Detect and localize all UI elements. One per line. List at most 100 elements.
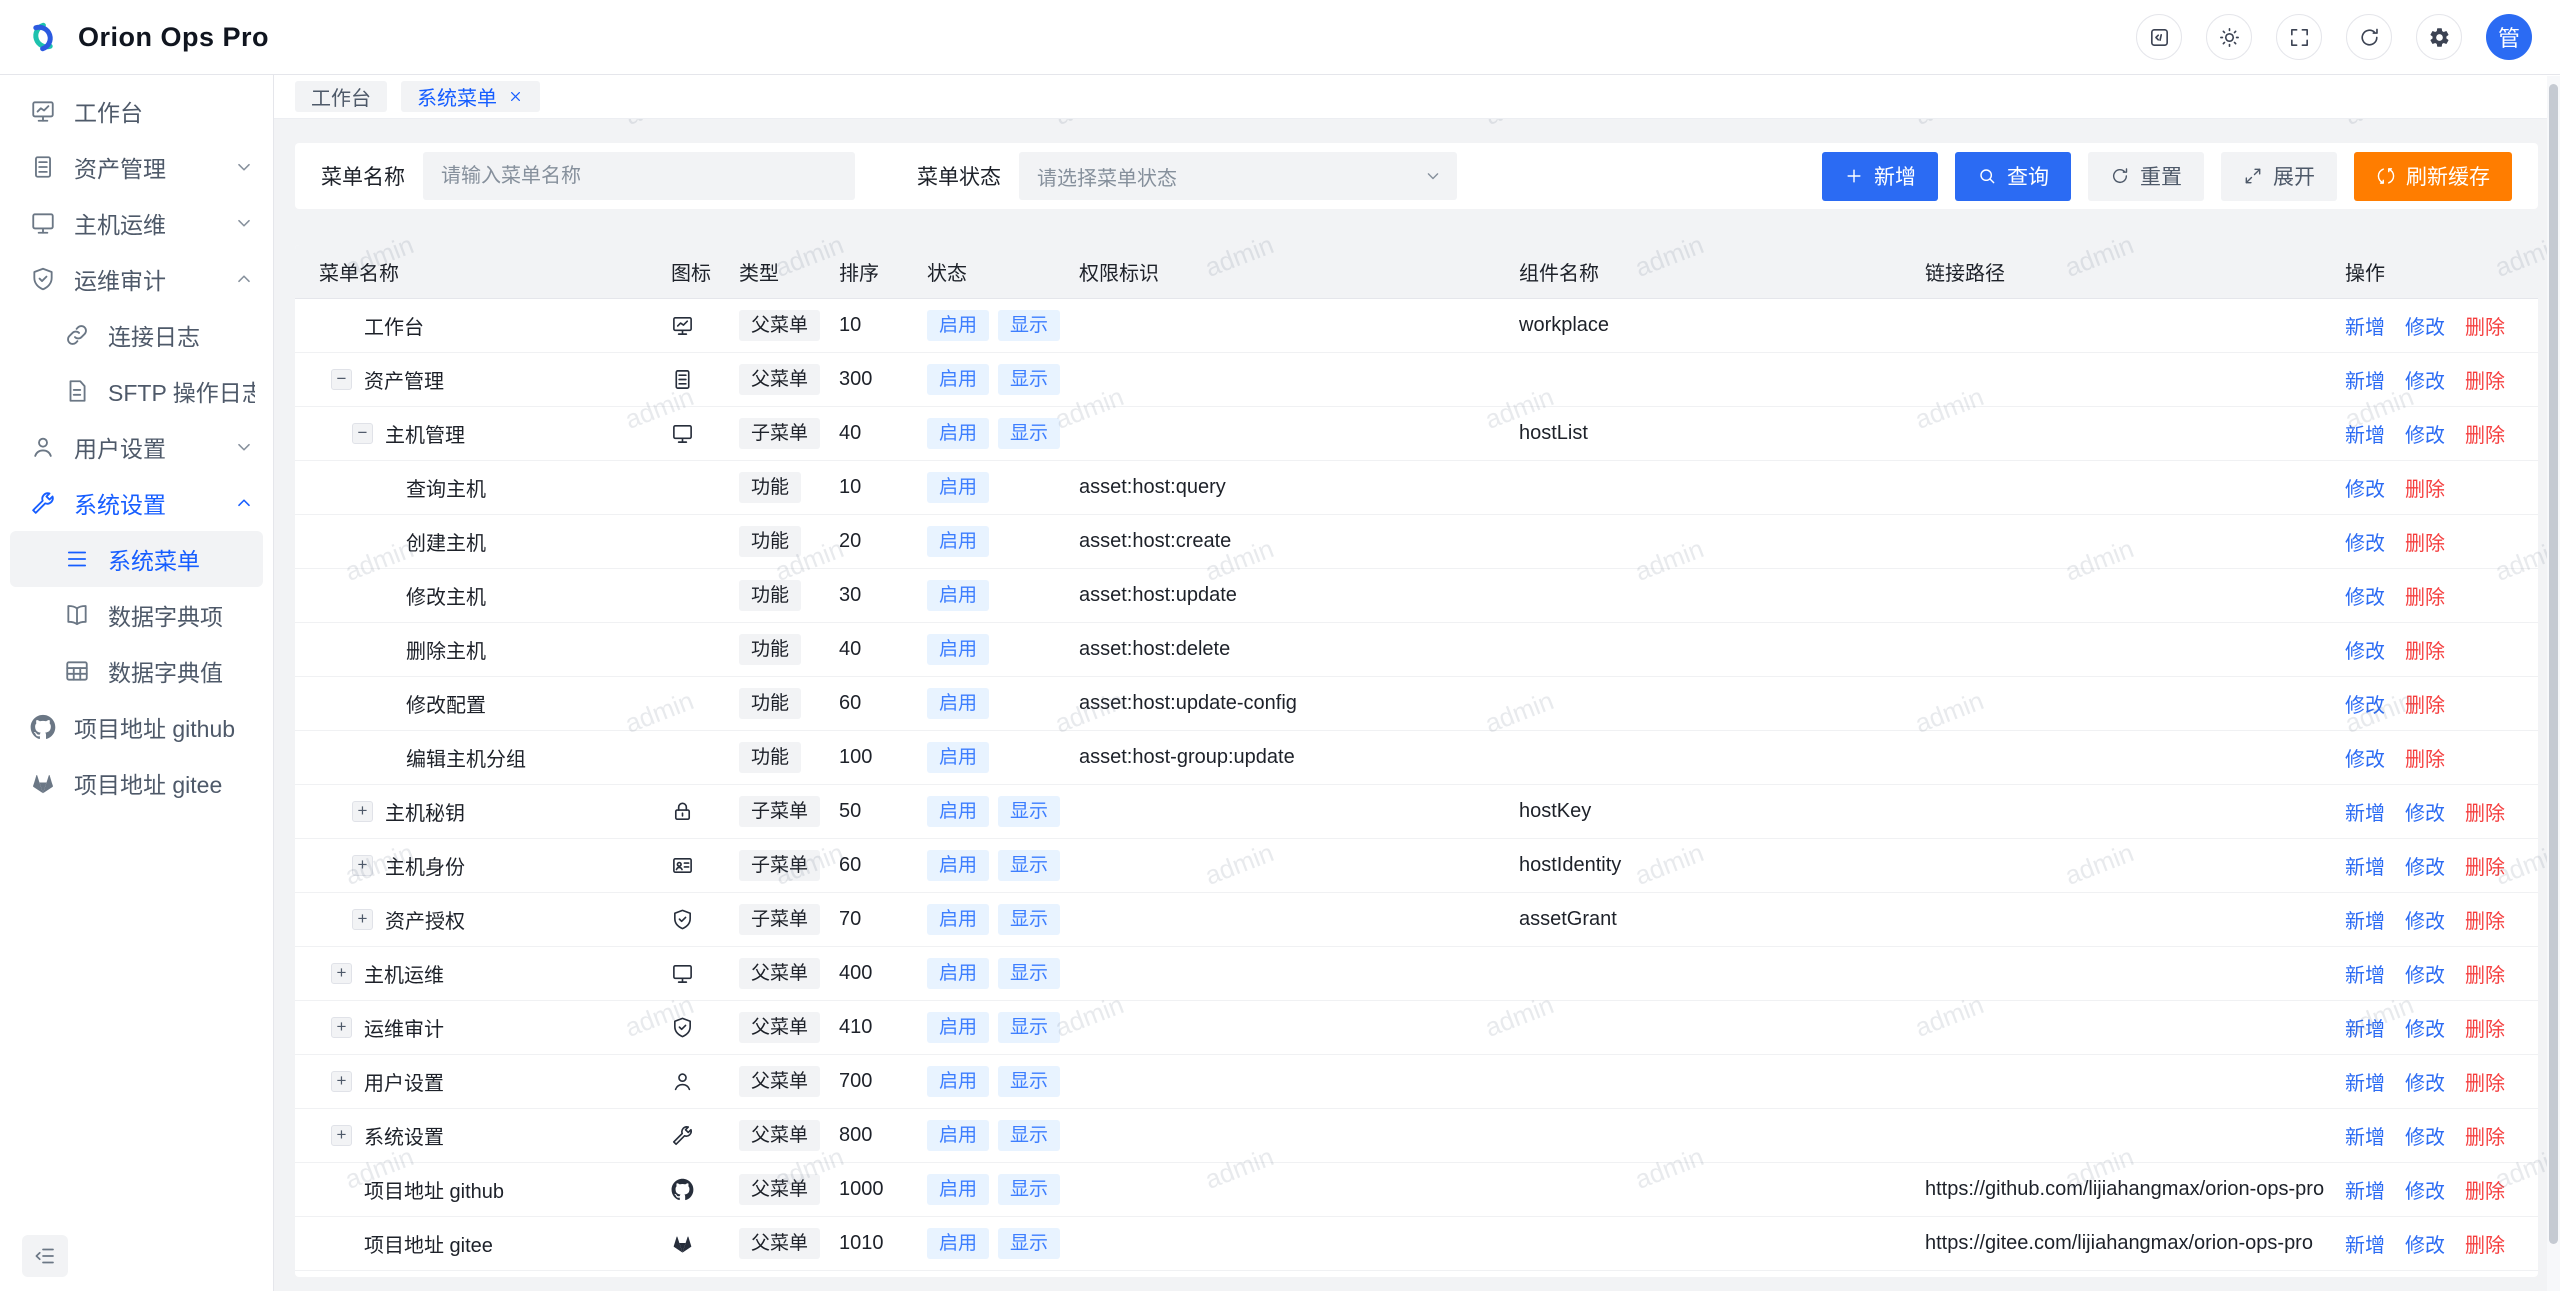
menu-name-input[interactable] [423,152,855,200]
sidebar-item-sftp-log[interactable]: SFTP 操作日志 [0,363,273,419]
sidebar-item-asset[interactable]: 资产管理 [0,139,273,195]
cell-status: 启用 [927,742,1079,773]
row-edit-link[interactable]: 修改 [2405,959,2445,988]
row-edit-link[interactable]: 修改 [2345,635,2385,664]
row-edit-link[interactable]: 修改 [2405,1067,2445,1096]
row-edit-link[interactable]: 修改 [2345,581,2385,610]
reset-button[interactable]: 重置 [2088,152,2204,201]
reload-button[interactable] [2346,14,2392,60]
sidebar-item-host-ops[interactable]: 主机运维 [0,195,273,251]
row-delete-link[interactable]: 删除 [2465,797,2505,826]
row-add-link[interactable]: 新增 [2345,419,2385,448]
menu-name-text: 主机身份 [385,851,465,880]
row-add-link[interactable]: 新增 [2345,365,2385,394]
add-button[interactable]: 新增 [1822,152,1938,201]
row-delete-link[interactable]: 删除 [2405,743,2445,772]
tree-plus-toggle[interactable]: + [352,801,373,822]
sidebar-item-gitee[interactable]: 项目地址 gitee [0,755,273,811]
row-add-link[interactable]: 新增 [2345,1175,2385,1204]
tree-minus-toggle[interactable]: − [331,369,352,390]
tab-system-menu[interactable]: 系统菜单 [401,81,540,112]
app-logo-icon [22,16,64,58]
sidebar-item-sys-menu[interactable]: 系统菜单 [10,531,263,587]
menu-name-text: 创建主机 [406,527,486,556]
row-delete-link[interactable]: 删除 [2465,1175,2505,1204]
row-delete-link[interactable]: 删除 [2405,527,2445,556]
row-edit-link[interactable]: 修改 [2405,851,2445,880]
collapse-sidebar-button[interactable] [22,1235,68,1277]
row-delete-link[interactable]: 删除 [2465,1229,2505,1258]
row-add-link[interactable]: 新增 [2345,311,2385,340]
row-edit-link[interactable]: 修改 [2405,905,2445,934]
row-delete-link[interactable]: 删除 [2405,689,2445,718]
row-delete-link[interactable]: 删除 [2405,473,2445,502]
expand-button[interactable]: 展开 [2221,152,2337,201]
close-icon[interactable] [507,88,524,105]
menu-table: 菜单名称图标类型排序状态权限标识组件名称链接路径操作 工作台父菜单10启用显示w… [295,245,2538,1277]
tree-plus-toggle[interactable]: + [331,963,352,984]
sidebar-item-sys-setting[interactable]: 系统设置 [0,475,273,531]
theme-toggle-button[interactable] [2206,14,2252,60]
row-edit-link[interactable]: 修改 [2405,1013,2445,1042]
row-delete-link[interactable]: 删除 [2465,311,2505,340]
row-add-link[interactable]: 新增 [2345,797,2385,826]
tab-workplace[interactable]: 工作台 [295,81,387,112]
sidebar-item-dict-value[interactable]: 数据字典值 [0,643,273,699]
tree-plus-toggle[interactable]: + [331,1017,352,1038]
sidebar-item-dict-key[interactable]: 数据字典项 [0,587,273,643]
row-delete-link[interactable]: 删除 [2465,419,2505,448]
sidebar-item-github[interactable]: 项目地址 github [0,699,273,755]
row-edit-link[interactable]: 修改 [2405,419,2445,448]
sidebar-item-workplace[interactable]: 工作台 [0,83,273,139]
settings-button[interactable] [2416,14,2462,60]
row-add-link[interactable]: 新增 [2345,1013,2385,1042]
row-delete-link[interactable]: 删除 [2465,905,2505,934]
sidebar-item-user-setting[interactable]: 用户设置 [0,419,273,475]
row-add-link[interactable]: 新增 [2345,1121,2385,1150]
refresh-cache-button[interactable]: 刷新缓存 [2354,152,2512,201]
row-edit-link[interactable]: 修改 [2405,365,2445,394]
row-edit-link[interactable]: 修改 [2405,1175,2445,1204]
row-edit-link[interactable]: 修改 [2405,1121,2445,1150]
row-edit-link[interactable]: 修改 [2345,689,2385,718]
row-add-link[interactable]: 新增 [2345,905,2385,934]
row-delete-link[interactable]: 删除 [2405,635,2445,664]
row-add-link[interactable]: 新增 [2345,959,2385,988]
query-button[interactable]: 查询 [1955,152,2071,201]
fullscreen-button[interactable] [2276,14,2322,60]
tree-plus-toggle[interactable]: + [352,909,373,930]
row-delete-link[interactable]: 删除 [2465,851,2505,880]
cell-operations: 修改删除 [2345,527,2514,556]
row-delete-link[interactable]: 删除 [2405,581,2445,610]
user-avatar[interactable]: 管 [2486,14,2532,60]
sidebar-item-connect-log[interactable]: 连接日志 [0,307,273,363]
column-header: 状态 [927,257,1079,286]
row-add-link[interactable]: 新增 [2345,1229,2385,1258]
status-badge: 启用 [927,1012,989,1043]
row-delete-link[interactable]: 删除 [2465,959,2505,988]
menu-status-select[interactable]: 请选择菜单状态 [1019,152,1457,200]
gitee-icon [30,770,56,796]
row-delete-link[interactable]: 删除 [2465,1067,2505,1096]
book-icon [64,602,90,628]
row-add-link[interactable]: 新增 [2345,851,2385,880]
tree-plus-toggle[interactable]: + [331,1125,352,1146]
cell-status: 启用显示 [927,364,1079,395]
code-panel-button[interactable] [2136,14,2182,60]
plus-icon [1844,166,1864,186]
row-add-link[interactable]: 新增 [2345,1067,2385,1096]
tree-minus-toggle[interactable]: − [352,423,373,444]
row-delete-link[interactable]: 删除 [2465,365,2505,394]
row-edit-link[interactable]: 修改 [2345,527,2385,556]
row-delete-link[interactable]: 删除 [2465,1013,2505,1042]
sidebar-item-audit[interactable]: 运维审计 [0,251,273,307]
scrollbar-thumb[interactable] [2549,84,2558,1244]
row-edit-link[interactable]: 修改 [2345,473,2385,502]
row-edit-link[interactable]: 修改 [2405,311,2445,340]
row-edit-link[interactable]: 修改 [2405,797,2445,826]
tree-plus-toggle[interactable]: + [352,855,373,876]
row-edit-link[interactable]: 修改 [2345,743,2385,772]
row-delete-link[interactable]: 删除 [2465,1121,2505,1150]
tree-plus-toggle[interactable]: + [331,1071,352,1092]
row-edit-link[interactable]: 修改 [2405,1229,2445,1258]
